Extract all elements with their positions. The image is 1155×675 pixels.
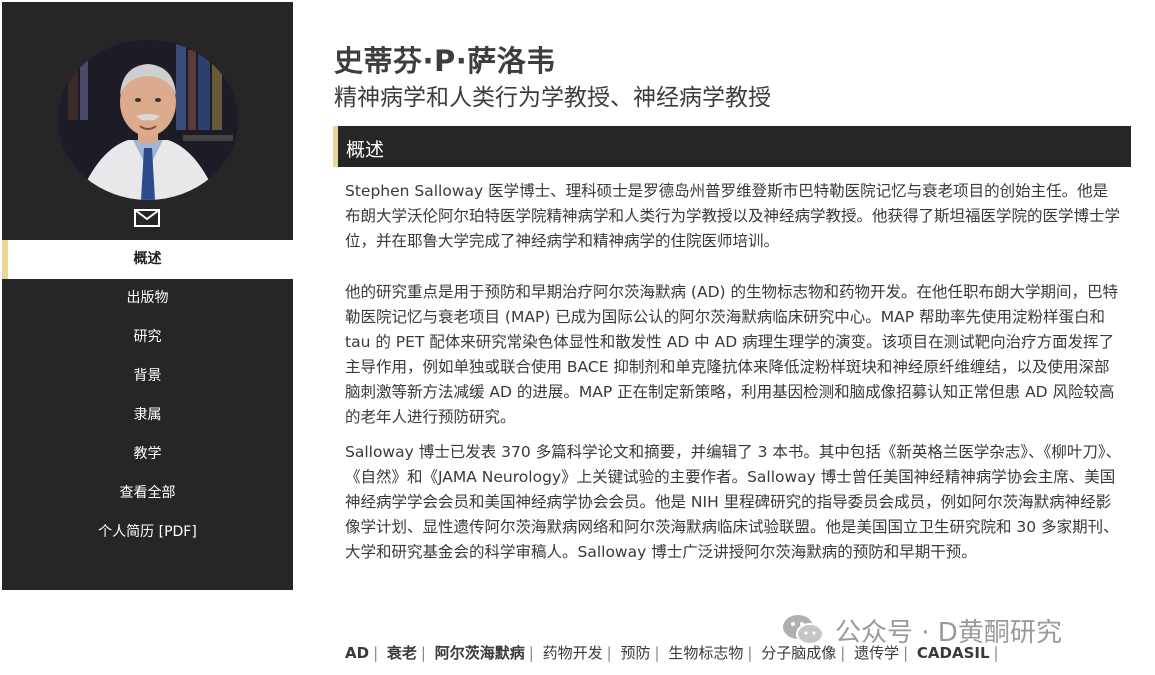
envelope-icon[interactable] [134,209,160,227]
tag-separator: | [373,644,379,662]
watermark: 公众号 · D黄酮研究 [781,612,1062,648]
overview-paragraph: Stephen Salloway 医学博士、理科硕士是罗德岛州普罗维登斯市巴特勒… [345,182,1121,250]
tag-separator: | [654,644,660,662]
sidebar-item-view-all[interactable]: 查看全部 [2,474,293,513]
profile-title: 精神病学和人类行为学教授、神经病学教授 [334,85,771,111]
sidebar-item-background[interactable]: 背景 [2,357,293,396]
sidebar-item-affiliations[interactable]: 隶属 [2,396,293,435]
sidebar-item-research[interactable]: 研究 [2,318,293,357]
section-heading: 概述 [346,139,385,161]
tag-link[interactable]: AD [345,644,369,662]
tag-link[interactable]: 阿尔茨海默病 [435,644,525,662]
tag-link[interactable]: 生物标志物 [668,644,743,662]
sidebar: 概述 出版物 研究 背景 隶属 教学 查看全部 个人简历 [PDF] [2,2,293,590]
tag-link[interactable]: 衰老 [387,644,417,662]
overview-paragraph: 他的研究重点是用于预防和早期治疗阿尔茨海默病 (AD) 的生物标志物和药物开发。… [345,283,1118,426]
sidebar-item-teaching[interactable]: 教学 [2,435,293,474]
sidebar-item-overview[interactable]: 概述 [2,240,293,279]
tag-link[interactable]: 药物开发 [543,644,603,662]
sidebar-item-publications[interactable]: 出版物 [2,279,293,318]
sidebar-item-cv-pdf[interactable]: 个人简历 [PDF] [2,513,293,552]
section-header-overview: 概述 [333,126,1131,167]
wechat-icon [783,615,824,645]
tag-link[interactable]: 预防 [620,644,650,662]
tag-separator: | [606,644,612,662]
profile-photo [58,40,238,200]
profile-name: 史蒂芬·P·萨洛韦 [334,44,556,78]
tag-separator: | [528,644,534,662]
sidebar-nav: 概述 出版物 研究 背景 隶属 教学 查看全部 个人简历 [PDF] [2,240,293,552]
watermark-text: 公众号 · D黄酮研究 [835,617,1062,648]
tag-separator: | [747,644,753,662]
tag-separator: | [420,644,426,662]
overview-paragraph: Salloway 博士已发表 370 多篇科学论文和摘要，并编辑了 3 本书。其… [345,443,1122,561]
